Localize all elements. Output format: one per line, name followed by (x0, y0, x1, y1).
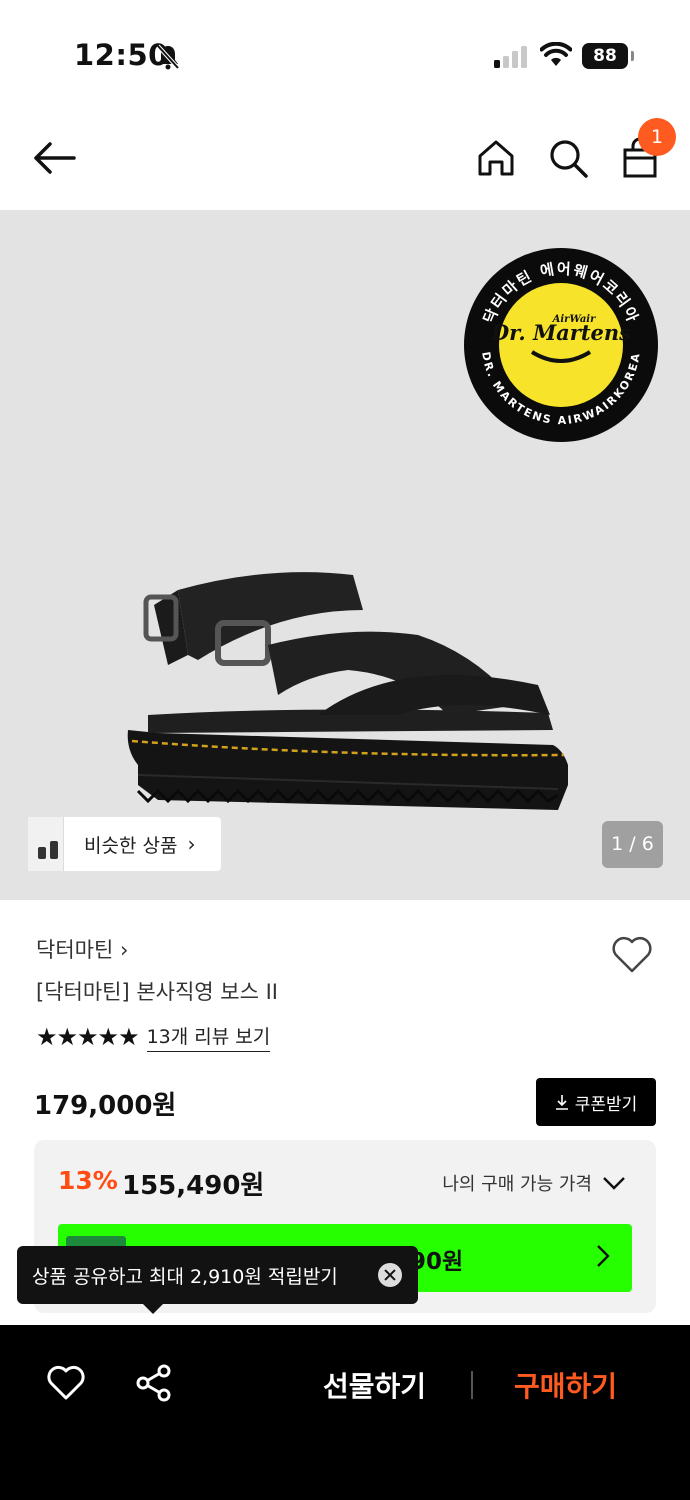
original-price: 179,000원 (34, 1091, 177, 1121)
chevron-right-icon: › (187, 832, 196, 856)
back-arrow-icon[interactable] (30, 138, 78, 178)
home-icon[interactable] (474, 136, 518, 180)
wishlist-heart-icon[interactable] (610, 934, 654, 974)
chevron-right-icon (597, 1245, 610, 1267)
share-reward-tooltip: 상품 공유하고 최대 2,910원 적립받기 (17, 1246, 418, 1314)
battery-icon: 88 (582, 43, 634, 69)
buy-button[interactable]: 구매하기 (514, 1365, 617, 1405)
tooltip-arrow (143, 1304, 163, 1314)
status-bar: 12:50 88 (0, 0, 690, 110)
signal-icon (494, 46, 527, 68)
top-nav-bar: 1 (0, 110, 690, 210)
wifi-icon (540, 42, 572, 66)
brand-link[interactable]: 닥터마틴 › (36, 934, 128, 964)
product-image-carousel[interactable]: 닥터마틴 에어웨어코리아 DR. MARTENS AIRWAIRKOREA Dr… (0, 210, 690, 900)
cart-count-badge: 1 (638, 118, 676, 156)
search-icon[interactable] (546, 136, 590, 180)
discount-price: 155,490원 (122, 1171, 265, 1201)
my-price-label: 나의 구매 가능 가격 (442, 1174, 592, 1195)
bell-muted-icon (156, 44, 180, 70)
similar-product-thumbnail (28, 817, 64, 871)
similar-products-button[interactable]: 비슷한 상품 › (28, 817, 221, 871)
gift-button[interactable]: 선물하기 (323, 1365, 426, 1405)
divider (471, 1371, 473, 1399)
svg-text:AirWair: AirWair (552, 314, 596, 325)
dr-martens-logo-badge: 닥터마틴 에어웨어코리아 DR. MARTENS AIRWAIRKOREA Dr… (464, 248, 658, 442)
my-price-toggle[interactable]: 나의 구매 가능 가격 (442, 1170, 626, 1196)
chevron-right-icon: › (119, 938, 129, 962)
image-page-indicator: 1 / 6 (602, 821, 663, 868)
similar-products-label: 비슷한 상품 (84, 834, 178, 857)
heart-icon[interactable] (46, 1365, 86, 1401)
rating-row: ★★★★★ 13개 리뷰 보기 (36, 1022, 271, 1052)
coupon-label: 쿠폰받기 (574, 1094, 638, 1115)
tooltip-text: 상품 공유하고 최대 2,910원 적립받기 (32, 1265, 338, 1288)
rating-stars: ★★★★★ (36, 1023, 140, 1051)
get-coupon-button[interactable]: 쿠폰받기 (536, 1078, 656, 1126)
sandal-product-image (127, 572, 568, 810)
bottom-action-bar: 선물하기 구매하기 (0, 1325, 690, 1500)
close-icon[interactable] (378, 1263, 402, 1287)
share-icon[interactable] (134, 1363, 174, 1403)
review-link[interactable]: 13개 리뷰 보기 (146, 1022, 271, 1052)
discount-rate: 13% (58, 1166, 118, 1195)
status-time: 12:50 (74, 38, 169, 72)
product-title: [닥터마틴] 본사직영 보스 II (36, 980, 278, 1004)
chevron-down-icon (603, 1177, 625, 1190)
download-icon (555, 1095, 568, 1110)
brand-name: 닥터마틴 (36, 938, 114, 962)
